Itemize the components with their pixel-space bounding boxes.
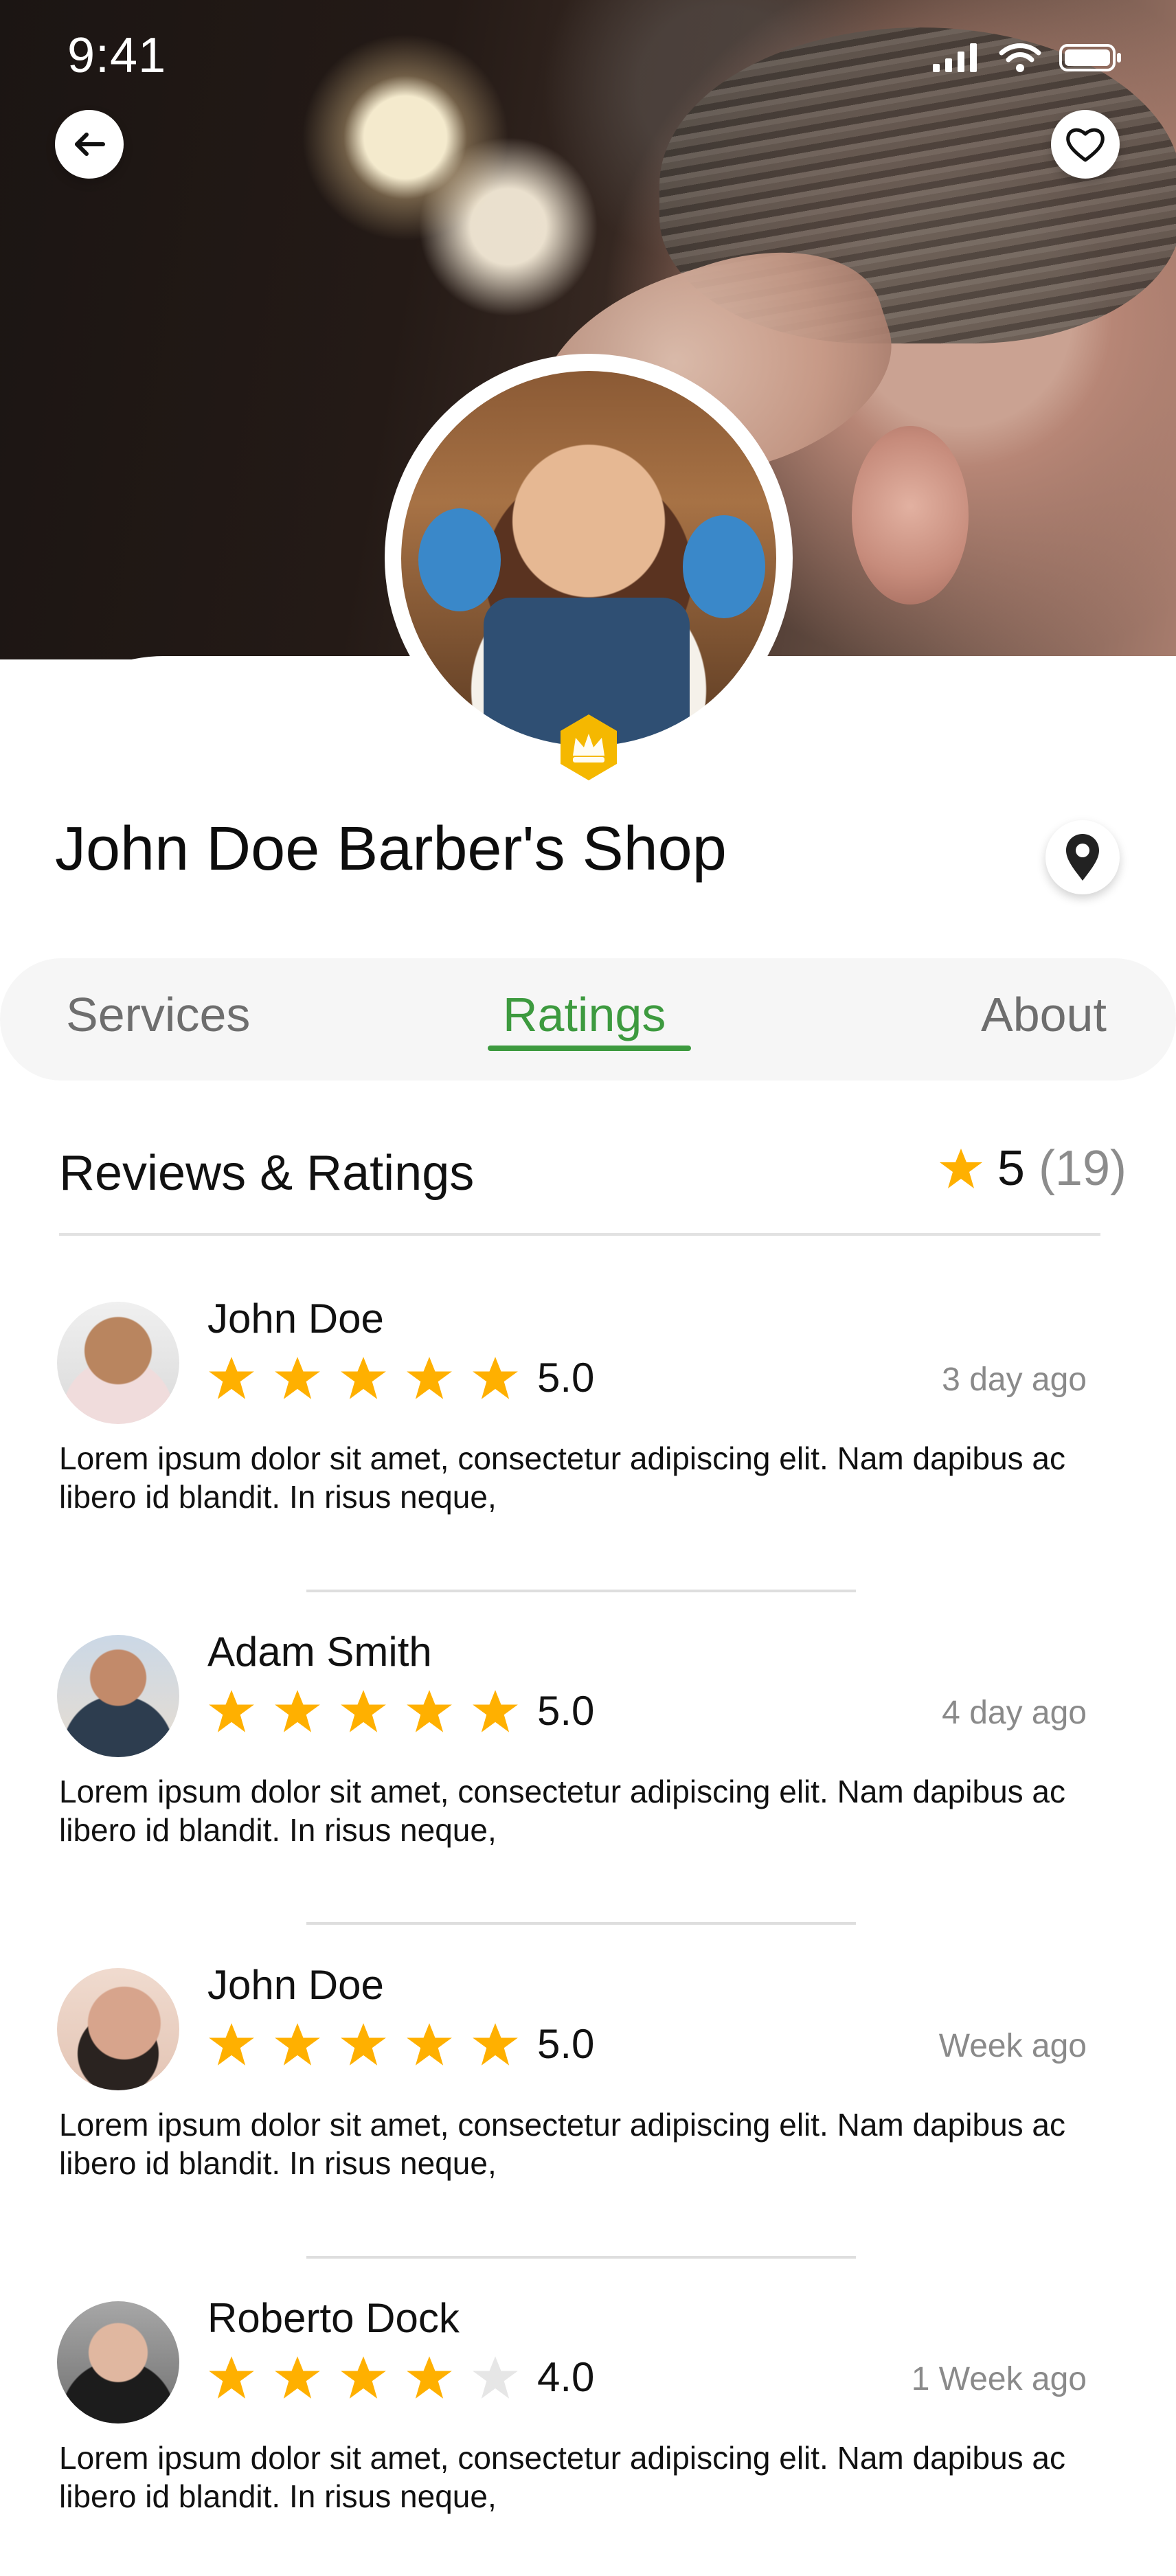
status-time: 9:41 xyxy=(67,28,167,83)
star-filled-icon xyxy=(341,1690,386,1732)
star-filled-icon xyxy=(209,2023,254,2066)
status-icons xyxy=(933,37,1122,78)
avatar-detail xyxy=(683,515,765,618)
reviewer-name: John Doe xyxy=(207,1296,384,1342)
star-filled-icon xyxy=(407,1357,452,1399)
star-filled-icon xyxy=(275,2356,320,2399)
status-bar: 9:41 xyxy=(0,0,1176,110)
barber-avatar xyxy=(401,371,776,746)
reviewer-name: Roberto Dock xyxy=(207,2295,460,2341)
tab-about[interactable]: About xyxy=(981,987,1107,1042)
active-tab-indicator xyxy=(488,1046,691,1051)
star-filled-icon xyxy=(209,1690,254,1732)
star-filled-icon xyxy=(341,2023,386,2066)
tab-services[interactable]: Services xyxy=(66,987,250,1042)
review-item: Adam Smith 5.0 4 day ago Lorem ipsum dol… xyxy=(0,1629,1176,1910)
rating-value: 5.0 xyxy=(537,1688,595,1734)
avatar-detail xyxy=(418,508,501,611)
rating-stars xyxy=(207,2355,519,2400)
overall-score: 5 xyxy=(997,1141,1025,1196)
star-filled-icon xyxy=(473,1357,518,1399)
rating-value: 4.0 xyxy=(537,2354,595,2400)
review-item: John Doe 5.0 3 day ago Lorem ipsum dolor… xyxy=(0,1296,1176,1577)
reviewer-avatar xyxy=(57,1635,179,1757)
review-time-ago: Week ago xyxy=(938,2028,1087,2064)
reviews-title: Reviews & Ratings xyxy=(59,1146,475,1201)
review-text: Lorem ipsum dolor sit amet, consectetur … xyxy=(59,2440,1066,2514)
review-time-ago: 3 day ago xyxy=(942,1362,1087,1398)
map-pin-icon xyxy=(1066,834,1099,881)
star-filled-icon xyxy=(407,2356,452,2399)
back-button[interactable] xyxy=(55,110,124,179)
star-filled-icon xyxy=(209,1357,254,1399)
star-filled-icon xyxy=(407,2023,452,2066)
star-filled-icon xyxy=(209,2356,254,2399)
reviewer-avatar xyxy=(57,1968,179,2090)
rating-stars xyxy=(207,1355,519,1401)
review-time-ago: 4 day ago xyxy=(942,1695,1087,1731)
arrow-left-icon xyxy=(75,133,105,156)
reviewer-name: John Doe xyxy=(207,1962,384,2008)
star-filled-icon xyxy=(341,2356,386,2399)
star-filled-icon xyxy=(341,1357,386,1399)
star-icon xyxy=(939,1149,982,1188)
battery-icon xyxy=(1059,44,1121,71)
star-filled-icon xyxy=(407,1690,452,1732)
tab-ratings[interactable]: Ratings xyxy=(503,987,666,1042)
rating-stars xyxy=(207,1688,519,1734)
star-filled-icon xyxy=(275,1357,320,1399)
shop-profile-page: 9:41 John Doe Barber's Shop Services Rat… xyxy=(0,0,1176,2550)
star-filled-icon xyxy=(275,2023,320,2066)
reviewer-name: Adam Smith xyxy=(207,1629,432,1675)
star-empty-icon xyxy=(473,2356,518,2399)
review-text: Lorem ipsum dolor sit amet, consectetur … xyxy=(59,1774,1066,1848)
review-text: Lorem ipsum dolor sit amet, consectetur … xyxy=(59,1440,1066,1515)
review-count: (19) xyxy=(1038,1141,1127,1196)
review-separator xyxy=(306,1922,856,1925)
overall-rating: 5 (19) xyxy=(938,1140,1127,1197)
star-filled-icon xyxy=(473,1690,518,1732)
tab-bar: Services Ratings About xyxy=(0,958,1176,1081)
review-time-ago: 1 Week ago xyxy=(911,2361,1087,2397)
hero-photo-detail xyxy=(852,426,969,605)
signal-icon xyxy=(933,43,977,72)
favorite-button[interactable] xyxy=(1051,110,1120,179)
review-text: Lorem ipsum dolor sit amet, consectetur … xyxy=(59,2107,1066,2181)
star-filled-icon xyxy=(275,1690,320,1732)
rating-stars xyxy=(207,2022,519,2067)
section-divider xyxy=(59,1233,1100,1236)
reviewer-avatar xyxy=(57,1302,179,1424)
rating-value: 5.0 xyxy=(537,1355,595,1401)
review-separator xyxy=(306,2256,856,2259)
shop-title: John Doe Barber's Shop xyxy=(55,815,727,883)
star-filled-icon xyxy=(473,2023,518,2066)
crown-icon xyxy=(561,714,617,780)
content-card xyxy=(0,656,1176,2550)
review-separator xyxy=(306,1590,856,1592)
review-item: Roberto Dock 4.0 1 Week ago Lorem ipsum … xyxy=(0,2295,1176,2576)
review-item: John Doe 5.0 Week ago Lorem ipsum dolor … xyxy=(0,1962,1176,2243)
heart-outline-icon xyxy=(1066,128,1105,162)
location-button[interactable] xyxy=(1045,820,1120,894)
wifi-icon xyxy=(999,43,1041,72)
rating-value: 5.0 xyxy=(537,2021,595,2067)
reviewer-avatar xyxy=(57,2301,179,2424)
